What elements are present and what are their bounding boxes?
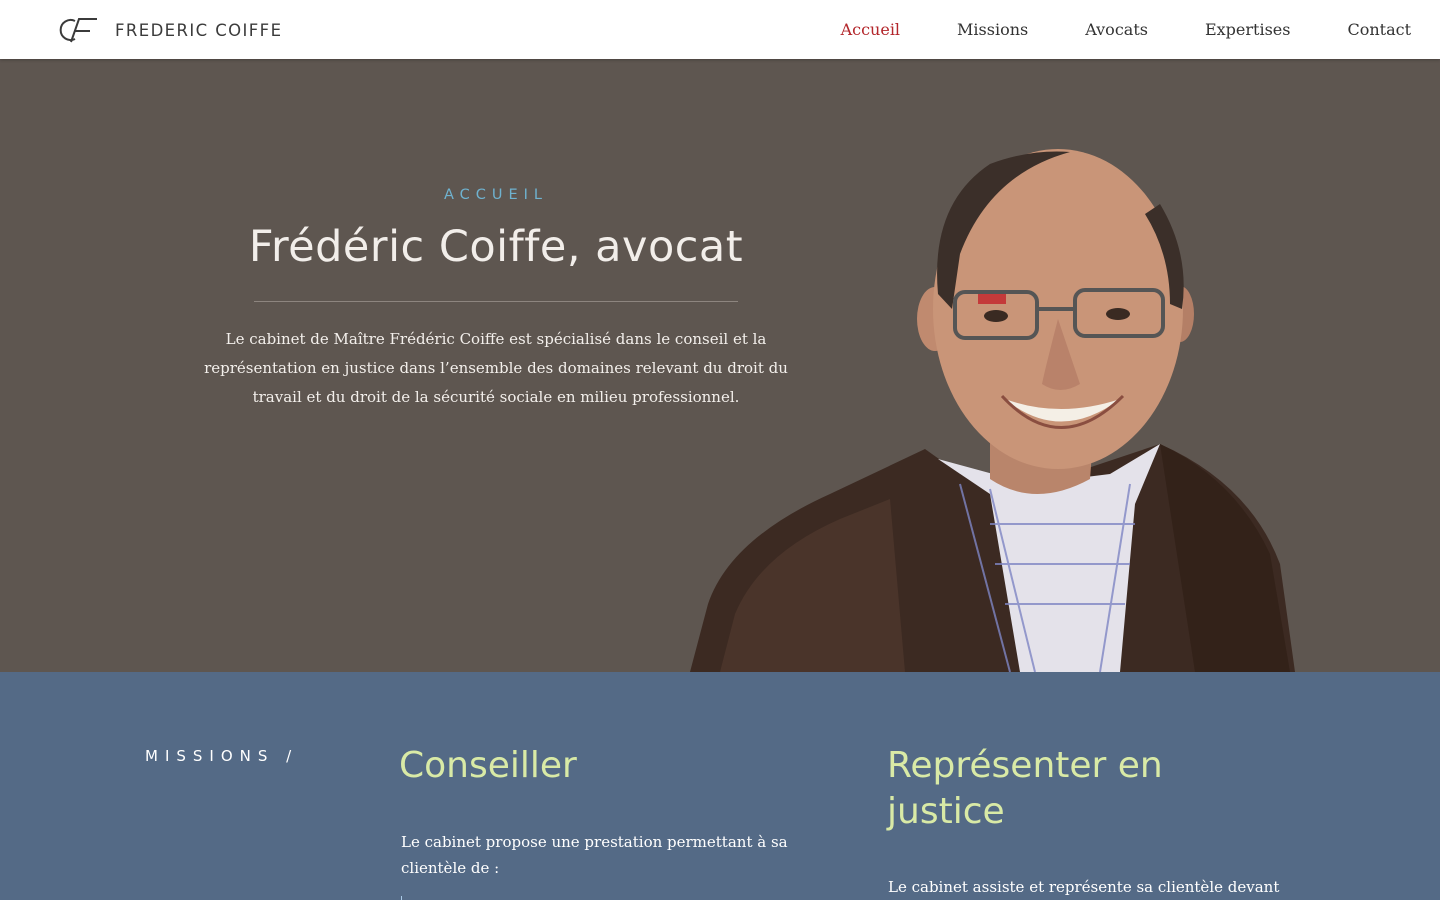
list-bullet-marker <box>401 896 402 900</box>
nav-item-accueil[interactable]: Accueil <box>841 20 900 39</box>
hero-section: ACCUEIL Frédéric Coiffe, avocat Le cabin… <box>0 59 1440 672</box>
mission-title-representer: Représenter en justice <box>887 745 1163 832</box>
mission-text-conseiller: Le cabinet propose une prestation permet… <box>401 833 788 877</box>
main-nav: Accueil Missions Avocats Expertises Cont… <box>784 0 1411 59</box>
lawyer-portrait-photo <box>690 149 1295 672</box>
nav-item-contact[interactable]: Contact <box>1347 20 1411 39</box>
mission-text-representer: Le cabinet assiste et représente sa clie… <box>888 878 1280 896</box>
site-header: FREDERIC COIFFE Accueil Missions Avocats… <box>0 0 1440 59</box>
missions-label: MISSIONS / <box>145 747 299 765</box>
nav-item-expertises[interactable]: Expertises <box>1205 20 1291 39</box>
logo-text: FREDERIC COIFFE <box>115 20 283 40</box>
missions-section: MISSIONS / Conseiller Le cabinet propose… <box>0 672 1440 900</box>
nav-item-avocats[interactable]: Avocats <box>1085 20 1148 39</box>
hero-divider <box>254 301 738 302</box>
mission-title-conseiller: Conseiller <box>399 745 577 786</box>
logo[interactable]: FREDERIC COIFFE <box>57 16 282 44</box>
nav-item-missions[interactable]: Missions <box>957 20 1028 39</box>
logo-monogram-icon <box>59 18 97 43</box>
